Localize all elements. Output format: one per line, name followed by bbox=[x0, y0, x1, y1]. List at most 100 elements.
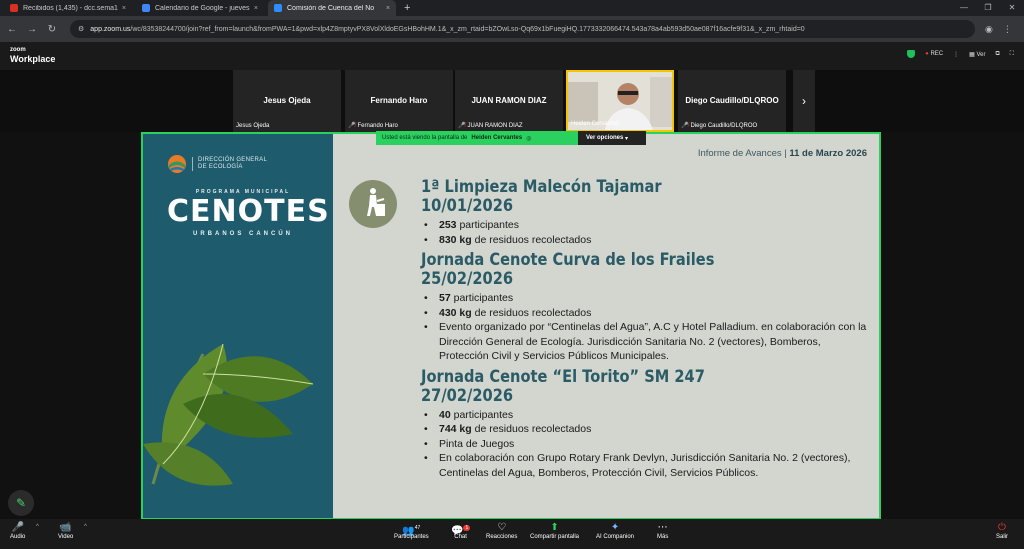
gmail-icon bbox=[10, 4, 18, 12]
slide-left-panel: DIRECCIÓN GENERAL DE ECOLOGÍA PROGRAMA M… bbox=[143, 134, 333, 518]
participant-tile[interactable]: Diego Caudillo/DLQROO 🎤̸ Diego Caudillo/D… bbox=[678, 70, 786, 132]
audio-options-chevron-icon[interactable]: ^ bbox=[36, 524, 39, 530]
list-item: 253 participantes bbox=[421, 218, 871, 233]
shared-screen: DIRECCIÓN GENERAL DE ECOLOGÍA PROGRAMA M… bbox=[141, 132, 881, 520]
back-icon[interactable]: ← bbox=[4, 24, 20, 35]
list-item: Evento organizado por “Centinelas del Ag… bbox=[421, 320, 871, 364]
minimize-icon[interactable]: — bbox=[952, 0, 976, 16]
participant-video-tile[interactable]: Heiden Cervantes bbox=[566, 70, 674, 132]
participant-tile[interactable]: JUAN RAMON DIAZ 🎤̸ JUAN RAMON DIAZ bbox=[455, 70, 563, 132]
brand-title: CENOTES bbox=[167, 194, 330, 229]
profile-icon[interactable]: ◉ bbox=[985, 24, 993, 35]
video-off-icon: 📹 bbox=[59, 522, 72, 533]
layout-icon[interactable]: ⧉ bbox=[996, 51, 1000, 58]
window-controls: — ❐ ✕ bbox=[952, 0, 1024, 16]
close-window-icon[interactable]: ✕ bbox=[1000, 0, 1024, 16]
tab-gmail[interactable]: Recibidos (1,435) - dcc.sema14@ × bbox=[4, 0, 132, 16]
close-icon[interactable]: × bbox=[386, 5, 390, 12]
participant-tile[interactable]: Fernando Haro 🎤̸ Fernando Haro bbox=[345, 70, 453, 132]
mic-muted-icon: 🎤̸ bbox=[458, 123, 466, 129]
tab-title: Calendario de Google - jueves, bbox=[155, 4, 250, 12]
share-screen-button[interactable]: ⬆ Compartir pantalla bbox=[530, 522, 579, 540]
participants-button[interactable]: 👥47 Participantes bbox=[394, 522, 429, 540]
meeting-toolbar: 🎤 Audio ^ 📹 Video ^ 👥47 Participantes 💬 1 Cha… bbox=[0, 519, 1024, 549]
chat-icon: 💬 1 bbox=[451, 525, 471, 537]
heart-icon: ♡ bbox=[497, 522, 507, 533]
close-icon[interactable]: × bbox=[122, 5, 126, 12]
share-status-icon: ◎ bbox=[526, 135, 532, 142]
list-item: 830 kg de residuos recolectados bbox=[421, 233, 871, 248]
more-dots-icon: ⋯ bbox=[657, 522, 668, 533]
zoom-header: zoom Workplace ● REC ⋮ ▦ Ver ⧉ ⛶ bbox=[0, 42, 1024, 70]
close-icon[interactable]: × bbox=[254, 5, 258, 12]
shield-icon[interactable] bbox=[907, 50, 916, 58]
share-indicator: Usted está viendo la pantalla de Heiden C… bbox=[376, 131, 578, 145]
leave-button[interactable]: ⏻ Salir bbox=[996, 522, 1008, 540]
tab-calendar[interactable]: Calendario de Google - jueves, × bbox=[136, 0, 264, 16]
mic-muted-icon: 🎤 bbox=[11, 522, 24, 533]
participants-icon: 👥47 bbox=[402, 525, 421, 537]
chevron-right-icon[interactable]: › bbox=[793, 70, 815, 132]
ai-companion-button[interactable]: ✦ AI Companion bbox=[596, 522, 634, 540]
reactions-button[interactable]: ♡ Reacciones bbox=[486, 522, 517, 540]
trash-icon bbox=[349, 180, 397, 228]
site-info-icon[interactable]: ⚙ bbox=[78, 25, 84, 33]
event-bullets: 57 participantes 430 kg de residuos reco… bbox=[421, 291, 871, 364]
url-host: app.zoom.us bbox=[90, 25, 131, 33]
tab-title: Recibidos (1,435) - dcc.sema14@ bbox=[23, 4, 118, 12]
forward-icon[interactable]: → bbox=[24, 24, 40, 35]
zoom-icon bbox=[274, 4, 282, 12]
view-options-button[interactable]: Ver opciones ▾ bbox=[578, 131, 646, 145]
direccion-logo: DIRECCIÓN GENERAL DE ECOLOGÍA bbox=[167, 154, 267, 174]
slide-right-panel: Informe de Avances | 11 de Marzo 2026 1ª… bbox=[333, 134, 879, 518]
new-tab-button[interactable]: + bbox=[404, 2, 410, 14]
maximize-icon[interactable]: ❐ bbox=[976, 0, 1000, 16]
url-path: /wc/83538244700/join?ref_from=launch&fro… bbox=[130, 25, 805, 33]
ecology-logo-icon bbox=[168, 155, 186, 173]
tab-zoom[interactable]: Comisión de Cuenca del No × bbox=[268, 0, 396, 16]
sparkle-icon: ✦ bbox=[610, 522, 620, 533]
list-item: 40 participantes bbox=[421, 408, 871, 423]
audio-button[interactable]: 🎤 Audio bbox=[10, 522, 25, 540]
event-title: Jornada Cenote “El Torito” SM 247 bbox=[421, 366, 705, 387]
annotate-pen-icon[interactable]: ✎ bbox=[8, 490, 34, 516]
url-input[interactable]: ⚙ app.zoom.us/wc/83538244700/join?ref_fr… bbox=[70, 20, 975, 38]
view-button[interactable]: ▦ Ver bbox=[969, 51, 985, 58]
participant-strip: Jesus Ojeda Jesus Ojeda Fernando Haro 🎤̸… bbox=[0, 70, 1024, 132]
fullscreen-icon[interactable]: ⛶ bbox=[1010, 51, 1014, 58]
event-bullets: 40 participantes 744 kg de residuos reco… bbox=[421, 408, 871, 481]
menu-icon[interactable]: ⋮ bbox=[1003, 24, 1012, 35]
browser-tab-bar: Recibidos (1,435) - dcc.sema14@ × Calend… bbox=[0, 0, 1024, 16]
share-screen-icon: ⬆ bbox=[550, 522, 559, 533]
event-date: 27/02/2026 bbox=[421, 385, 514, 406]
chat-badge: 1 bbox=[463, 525, 471, 531]
list-item: En colaboración con Grupo Rotary Frank D… bbox=[421, 451, 871, 480]
leave-icon: ⏻ bbox=[998, 522, 1006, 533]
screen-share-banner: Usted está viendo la pantalla de Heiden C… bbox=[376, 131, 646, 145]
participant-tile[interactable]: Jesus Ojeda Jesus Ojeda bbox=[233, 70, 341, 132]
reload-icon[interactable]: ↻ bbox=[44, 24, 60, 35]
list-item: Pinta de Juegos bbox=[421, 437, 871, 452]
zoom-logo: zoom Workplace bbox=[10, 47, 56, 64]
event-date: 10/01/2026 bbox=[421, 196, 514, 216]
report-header: Informe de Avances | 11 de Marzo 2026 bbox=[697, 148, 867, 159]
more-button[interactable]: ⋯ Más bbox=[657, 522, 668, 540]
mic-muted-icon: 🎤̸ bbox=[348, 123, 356, 129]
calendar-icon bbox=[142, 4, 150, 12]
recording-indicator[interactable]: ● REC bbox=[925, 51, 943, 57]
event-date: 25/02/2026 bbox=[421, 269, 514, 289]
address-bar-row: ← → ↻ ⚙ app.zoom.us/wc/83538244700/join?… bbox=[0, 16, 1024, 42]
event-title: 1ª Limpieza Malecón Tajamar bbox=[421, 177, 662, 197]
tab-title: Comisión de Cuenca del No bbox=[287, 4, 375, 12]
event-title: Jornada Cenote Curva de los Frailes bbox=[421, 250, 715, 270]
video-button[interactable]: 📹 Video bbox=[58, 522, 73, 540]
mic-muted-icon: 🎤̸ bbox=[681, 123, 689, 129]
list-item: 744 kg de residuos recolectados bbox=[421, 422, 871, 437]
video-options-chevron-icon[interactable]: ^ bbox=[84, 524, 87, 530]
event-bullets: 253 participantes 830 kg de residuos rec… bbox=[421, 218, 871, 247]
list-item: 430 kg de residuos recolectados bbox=[421, 306, 871, 321]
chat-button[interactable]: 💬 1 Chat bbox=[451, 522, 471, 540]
zoom-header-controls: ● REC ⋮ ▦ Ver ⧉ ⛶ bbox=[907, 50, 1014, 58]
events-content: 1ª Limpieza Malecón Tajamar 10/01/2026 2… bbox=[421, 178, 871, 484]
more-icon[interactable]: ⋮ bbox=[953, 51, 959, 58]
